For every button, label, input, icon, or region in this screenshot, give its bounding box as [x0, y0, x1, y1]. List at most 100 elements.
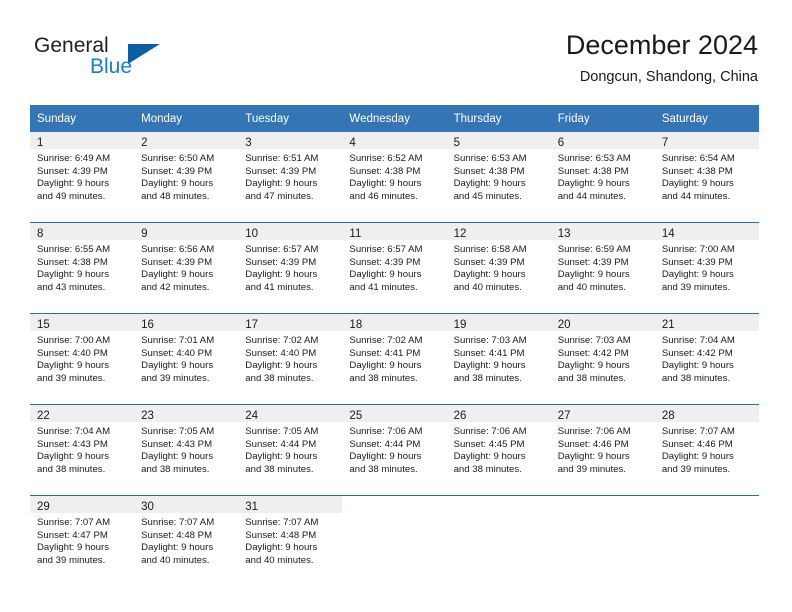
calendar-day-cell[interactable]: 14 Sunrise: 7:00 AM Sunset: 4:39 PM Dayligh… [654, 222, 759, 314]
day-number-band: 10 [238, 223, 343, 240]
day-number-band: 12 [446, 223, 551, 240]
day-number-band: 22 [30, 405, 135, 422]
sunrise-text: Sunrise: 6:51 AM [245, 153, 319, 164]
daylight-text-line1: Daylight: 9 hours [661, 451, 734, 463]
calendar-day-cell[interactable]: 12 Sunrise: 6:58 AM Sunset: 4:39 PM Dayligh… [446, 222, 551, 314]
calendar-week-row: 1 Sunrise: 6:49 AM Sunset: 4:39 PM Daylight… [30, 132, 759, 223]
calendar-day-cell[interactable]: 25 Sunrise: 7:06 AM Sunset: 4:44 PM Dayligh… [342, 404, 447, 496]
calendar-day-content: 17 Sunrise: 7:02 AM Sunset: 4:40 PM Dayligh… [238, 314, 343, 404]
daylight-text-line1: Daylight: 9 hours [141, 178, 214, 190]
calendar-day-cell[interactable]: 7 Sunrise: 6:54 AM Sunset: 4:38 PM Daylight… [654, 132, 759, 223]
daylight-text-line1: Daylight: 9 hours [453, 451, 526, 463]
sunrise-text: Sunrise: 7:07 AM [141, 517, 215, 528]
sunrise-text: Sunrise: 7:00 AM [661, 244, 735, 255]
day-number: 6 [557, 137, 565, 149]
calendar-day-cell[interactable]: 23 Sunrise: 7:05 AM Sunset: 4:43 PM Dayligh… [134, 404, 239, 496]
calendar-day-cell[interactable] [654, 495, 759, 586]
sunset-text: Sunset: 4:42 PM [557, 347, 629, 359]
sunset-text: Sunset: 4:38 PM [557, 165, 629, 177]
calendar-day-content: 22 Sunrise: 7:04 AM Sunset: 4:43 PM Dayligh… [30, 405, 135, 495]
calendar-day-cell[interactable]: 3 Sunrise: 6:51 AM Sunset: 4:39 PM Daylight… [238, 132, 343, 223]
calendar-day-content: 9 Sunrise: 6:56 AM Sunset: 4:39 PM Daylight… [134, 223, 239, 313]
calendar-day-cell[interactable] [342, 495, 447, 586]
daylight-text-line1: Daylight: 9 hours [349, 360, 422, 372]
calendar-day-cell[interactable]: 21 Sunrise: 7:04 AM Sunset: 4:42 PM Dayligh… [654, 313, 759, 405]
daylight-text-line2: and 38 minutes. [453, 372, 522, 384]
calendar-day-cell[interactable]: 27 Sunrise: 7:06 AM Sunset: 4:46 PM Dayligh… [550, 404, 655, 496]
calendar-day-cell[interactable]: 11 Sunrise: 6:57 AM Sunset: 4:39 PM Dayligh… [342, 222, 447, 314]
calendar-day-cell[interactable]: 24 Sunrise: 7:05 AM Sunset: 4:44 PM Dayligh… [238, 404, 343, 496]
day-number: 27 [557, 410, 571, 422]
calendar-day-cell[interactable]: 22 Sunrise: 7:04 AM Sunset: 4:43 PM Dayligh… [30, 404, 135, 496]
calendar-day-cell[interactable]: 17 Sunrise: 7:02 AM Sunset: 4:40 PM Dayligh… [238, 313, 343, 405]
calendar-day-cell[interactable]: 10 Sunrise: 6:57 AM Sunset: 4:39 PM Dayligh… [238, 222, 343, 314]
day-details: Sunrise: 6:51 AM Sunset: 4:39 PM Daylight:… [238, 149, 342, 203]
calendar-day-cell[interactable]: 2 Sunrise: 6:50 AM Sunset: 4:39 PM Daylight… [134, 132, 239, 223]
weekday-header-monday: Monday [134, 105, 239, 132]
calendar-day-cell[interactable]: 31 Sunrise: 7:07 AM Sunset: 4:48 PM Dayligh… [238, 495, 343, 586]
general-blue-logo[interactable]: General Blue [34, 34, 254, 86]
calendar-day-cell[interactable]: 20 Sunrise: 7:03 AM Sunset: 4:42 PM Dayligh… [550, 313, 655, 405]
daylight-text-line2: and 41 minutes. [349, 281, 418, 293]
sunset-text: Sunset: 4:40 PM [37, 347, 108, 359]
daylight-text-line1: Daylight: 9 hours [245, 360, 318, 372]
sunrise-text: Sunrise: 7:02 AM [245, 335, 319, 346]
day-number-band: 23 [134, 405, 239, 422]
calendar-day-cell[interactable]: 6 Sunrise: 6:53 AM Sunset: 4:38 PM Daylight… [550, 132, 655, 223]
weekday-header-saturday: Saturday [654, 105, 759, 132]
calendar-day-content: 26 Sunrise: 7:06 AM Sunset: 4:45 PM Dayligh… [446, 405, 551, 495]
daylight-text-line1: Daylight: 9 hours [37, 451, 109, 463]
calendar-day-cell[interactable]: 1 Sunrise: 6:49 AM Sunset: 4:39 PM Daylight… [30, 132, 135, 223]
daylight-text-line1: Daylight: 9 hours [661, 360, 734, 372]
calendar-day-cell[interactable]: 16 Sunrise: 7:01 AM Sunset: 4:40 PM Dayligh… [134, 313, 239, 405]
sunset-text: Sunset: 4:45 PM [453, 438, 525, 450]
sunset-text: Sunset: 4:41 PM [349, 347, 421, 359]
day-number: 20 [557, 319, 571, 331]
daylight-text-line1: Daylight: 9 hours [245, 178, 318, 190]
calendar-table: Sunday Monday Tuesday Wednesday Thursday… [30, 105, 759, 586]
calendar-day-cell[interactable]: 4 Sunrise: 6:52 AM Sunset: 4:38 PM Daylight… [342, 132, 447, 223]
sunrise-text: Sunrise: 6:59 AM [557, 244, 631, 255]
daylight-text-line1: Daylight: 9 hours [557, 178, 630, 190]
calendar-day-cell[interactable]: 5 Sunrise: 6:53 AM Sunset: 4:38 PM Daylight… [446, 132, 551, 223]
day-number: 12 [453, 228, 467, 240]
daylight-text-line2: and 39 minutes. [37, 372, 106, 384]
calendar-day-cell[interactable]: 29 Sunrise: 7:07 AM Sunset: 4:47 PM Dayligh… [30, 495, 135, 586]
calendar-day-cell[interactable]: 26 Sunrise: 7:06 AM Sunset: 4:45 PM Dayligh… [446, 404, 551, 496]
day-details: Sunrise: 6:56 AM Sunset: 4:39 PM Daylight:… [134, 240, 238, 294]
calendar-day-cell[interactable]: 19 Sunrise: 7:03 AM Sunset: 4:41 PM Dayligh… [446, 313, 551, 405]
sunrise-text: Sunrise: 7:04 AM [661, 335, 735, 346]
calendar-day-content: 12 Sunrise: 6:58 AM Sunset: 4:39 PM Dayligh… [446, 223, 551, 313]
calendar-day-cell[interactable]: 18 Sunrise: 7:02 AM Sunset: 4:41 PM Dayligh… [342, 313, 447, 405]
sunrise-text: Sunrise: 6:52 AM [349, 153, 423, 164]
sunset-text: Sunset: 4:39 PM [245, 165, 317, 177]
day-details: Sunrise: 7:02 AM Sunset: 4:40 PM Daylight:… [238, 331, 342, 385]
daylight-text-line1: Daylight: 9 hours [245, 542, 318, 554]
sunset-text: Sunset: 4:38 PM [37, 256, 108, 268]
triangle-flag-icon [128, 44, 160, 64]
calendar-day-cell[interactable] [550, 495, 655, 586]
day-number-band: 30 [134, 496, 239, 513]
daylight-text-line1: Daylight: 9 hours [557, 360, 630, 372]
calendar-day-cell[interactable]: 30 Sunrise: 7:07 AM Sunset: 4:48 PM Dayligh… [134, 495, 239, 586]
calendar-empty-cell [655, 496, 759, 586]
day-number: 26 [453, 410, 467, 422]
calendar-day-cell[interactable]: 8 Sunrise: 6:55 AM Sunset: 4:38 PM Daylight… [30, 222, 135, 314]
calendar-day-cell[interactable]: 15 Sunrise: 7:00 AM Sunset: 4:40 PM Dayligh… [30, 313, 135, 405]
calendar-day-cell[interactable] [446, 495, 551, 586]
sunrise-text: Sunrise: 7:06 AM [453, 426, 527, 437]
sunrise-text: Sunrise: 6:54 AM [661, 153, 735, 164]
daylight-text-line1: Daylight: 9 hours [37, 360, 109, 372]
calendar-day-cell[interactable]: 28 Sunrise: 7:07 AM Sunset: 4:46 PM Dayligh… [654, 404, 759, 496]
sunrise-text: Sunrise: 6:53 AM [453, 153, 527, 164]
day-details: Sunrise: 6:55 AM Sunset: 4:38 PM Daylight:… [30, 240, 134, 294]
sunset-text: Sunset: 4:44 PM [245, 438, 317, 450]
day-details: Sunrise: 7:06 AM Sunset: 4:45 PM Daylight:… [447, 422, 551, 476]
calendar-day-cell[interactable]: 9 Sunrise: 6:56 AM Sunset: 4:39 PM Daylight… [134, 222, 239, 314]
daylight-text-line1: Daylight: 9 hours [661, 269, 734, 281]
day-details: Sunrise: 6:50 AM Sunset: 4:39 PM Daylight:… [134, 149, 238, 203]
sunrise-text: Sunrise: 7:02 AM [349, 335, 423, 346]
day-details: Sunrise: 6:52 AM Sunset: 4:38 PM Daylight:… [342, 149, 446, 203]
calendar-day-cell[interactable]: 13 Sunrise: 6:59 AM Sunset: 4:39 PM Dayligh… [550, 222, 655, 314]
day-number: 9 [141, 228, 148, 240]
